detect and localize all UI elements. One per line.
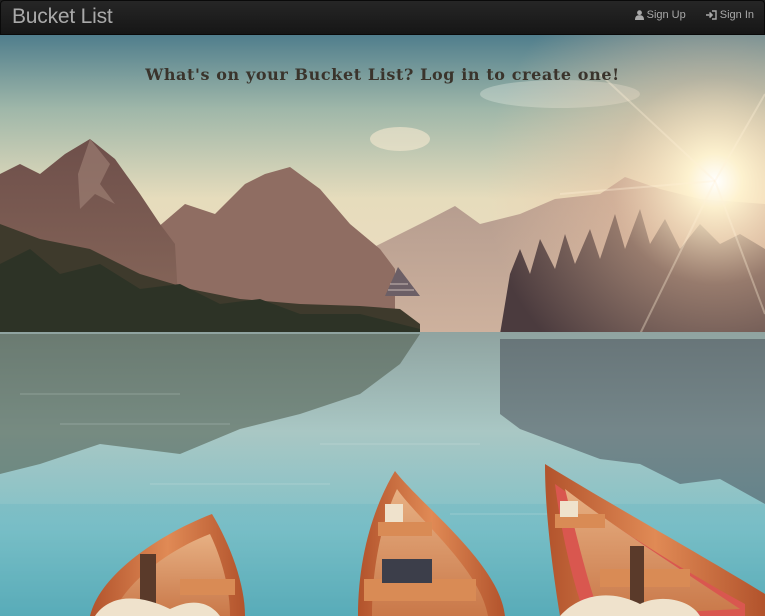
sign-in-link[interactable]: Sign In bbox=[705, 9, 754, 21]
sign-in-label: Sign In bbox=[719, 9, 754, 21]
nav-links: Sign Up Sign In bbox=[634, 9, 754, 21]
app-window: Bucket List Sign Up Sign In What's on yo… bbox=[0, 0, 765, 616]
sign-in-icon bbox=[705, 10, 717, 20]
hero-section: What's on your Bucket List? Log in to cr… bbox=[0, 34, 765, 616]
navbar: Bucket List Sign Up Sign In bbox=[0, 0, 765, 35]
sign-up-label: Sign Up bbox=[646, 9, 686, 21]
user-icon bbox=[634, 10, 644, 20]
brand-link[interactable]: Bucket List bbox=[12, 5, 113, 29]
hero-background-image bbox=[0, 34, 765, 616]
hero-headline: What's on your Bucket List? Log in to cr… bbox=[145, 65, 620, 84]
sign-up-link[interactable]: Sign Up bbox=[634, 9, 686, 21]
